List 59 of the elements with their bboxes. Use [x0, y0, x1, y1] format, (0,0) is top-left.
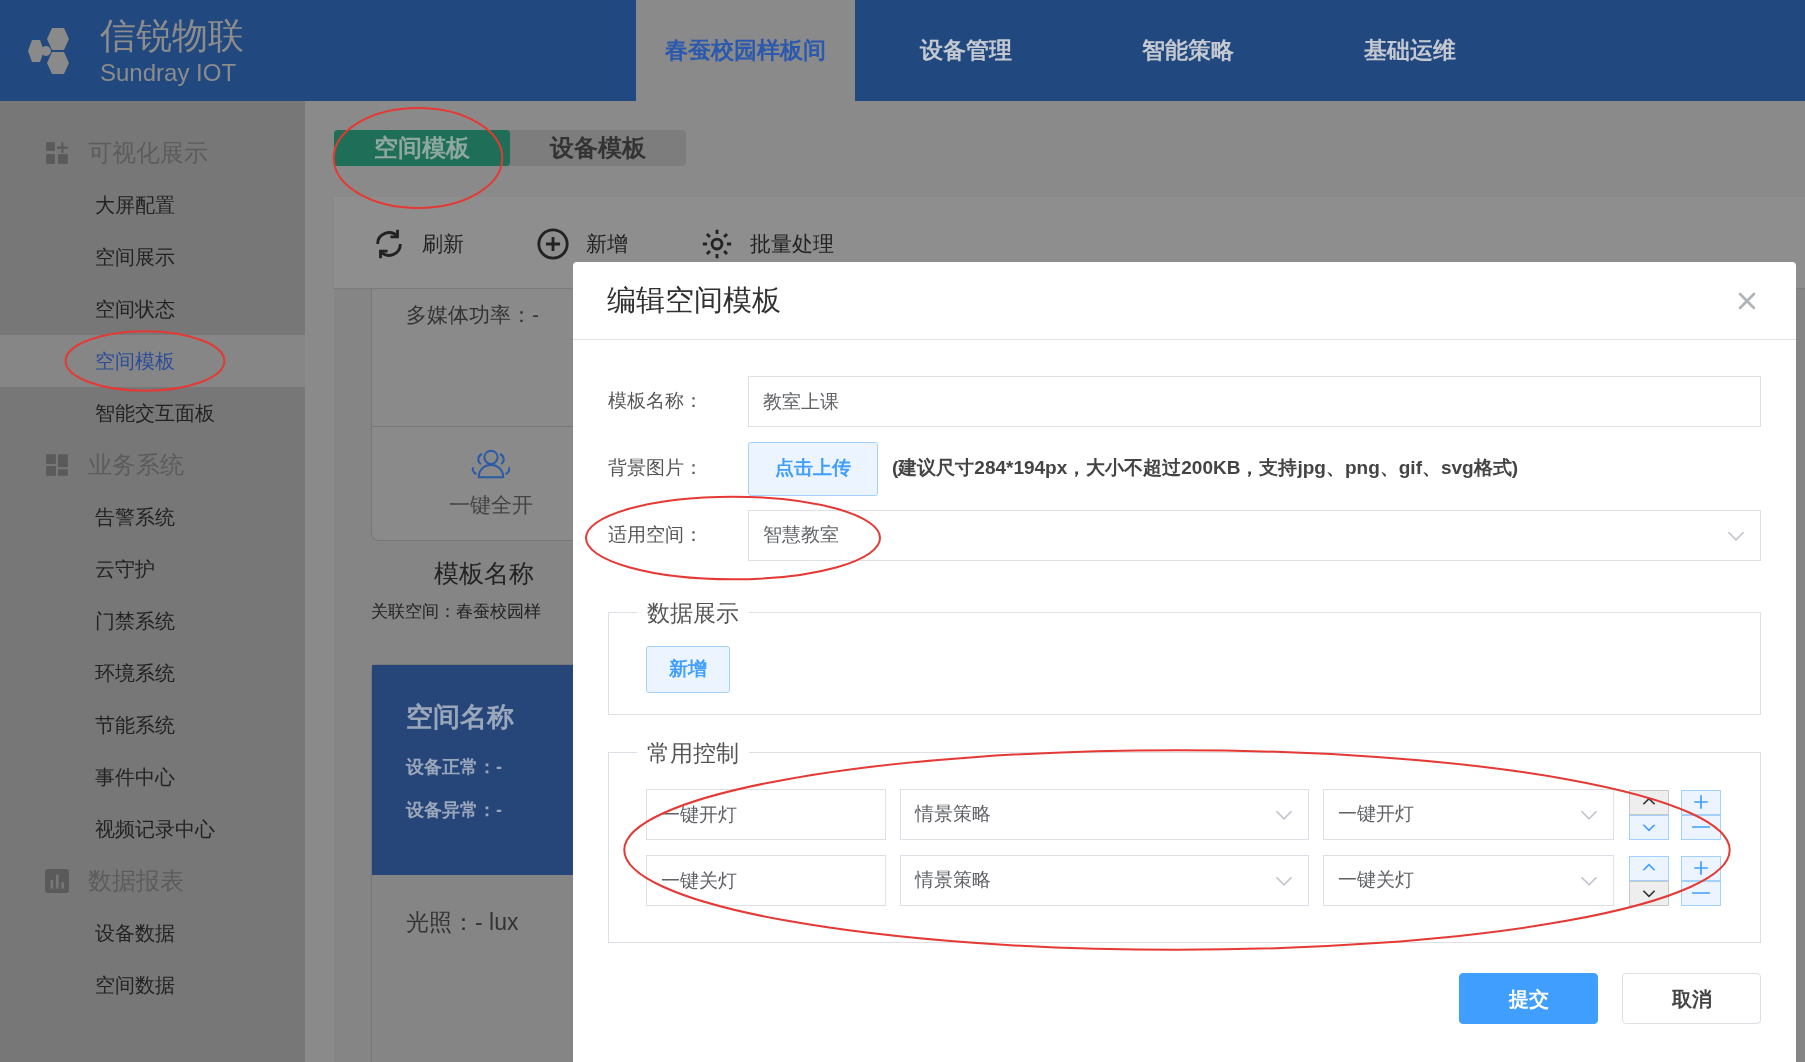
sidebar-item[interactable]: 告警系统 — [0, 491, 305, 543]
sidebar-item[interactable]: 智能交互面板 — [0, 387, 305, 439]
metric-text: 多媒体功率：- — [406, 302, 540, 328]
linked-space-text: 关联空间：春蚕校园样 — [371, 600, 541, 623]
upload-hint: (建议尺寸284*194px，大小不超过200KB，支持jpg、png、gif、svg格式) — [892, 456, 1519, 481]
reading-text: 光照：- lux — [406, 909, 519, 935]
bar-chart-icon — [44, 868, 70, 894]
sidebar-item[interactable]: 事件中心 — [0, 751, 305, 803]
add-row-button[interactable] — [1681, 789, 1721, 815]
brand-subtitle: Sundray IOT — [100, 58, 238, 88]
field-label: 背景图片： — [608, 456, 704, 481]
dropdown[interactable]: 智慧教室 — [748, 510, 1761, 561]
sidebar-item[interactable]: 空间模板 — [0, 335, 305, 387]
plus-icon — [1692, 859, 1710, 877]
sidebar-item[interactable]: 环境系统 — [0, 647, 305, 699]
stat-text: 设备异常：- — [406, 798, 503, 822]
dropdown[interactable]: 情景策略 — [900, 789, 1309, 840]
add-icon — [536, 226, 570, 261]
stat-text: 设备正常：- — [406, 755, 503, 779]
sidebar-item[interactable]: 节能系统 — [0, 699, 305, 751]
nav-tab[interactable]: 春蚕校园样板间 — [636, 0, 855, 101]
toolbar-button[interactable]: 新增 — [536, 224, 628, 261]
sidebar-item[interactable]: 设备数据 — [0, 907, 305, 959]
cancel-button[interactable]: 取消 — [1622, 973, 1761, 1024]
blocks-icon — [44, 452, 70, 478]
template-name: 模板名称 — [434, 558, 534, 589]
action-label: 一键全开 — [449, 491, 533, 518]
nav-tab[interactable]: 设备管理 — [855, 0, 1077, 101]
space-name: 空间名称 — [406, 701, 515, 734]
sidebar-item[interactable]: 云守护 — [0, 543, 305, 595]
sidebar-item[interactable]: 空间状态 — [0, 283, 305, 335]
submit-button[interactable]: 提交 — [1459, 973, 1598, 1024]
text-field[interactable]: 教室上课 — [748, 376, 1761, 427]
add-row-button[interactable] — [1681, 855, 1721, 881]
add-button[interactable]: 新增 — [646, 646, 730, 693]
minus-icon — [1692, 826, 1710, 828]
toolbar-button[interactable]: 批量处理 — [700, 224, 834, 261]
sidebar-item[interactable]: 空间展示 — [0, 231, 305, 283]
template-tab[interactable]: 空间模板 — [334, 130, 510, 166]
grid-icon — [44, 140, 70, 166]
sidebar-item[interactable]: 门禁系统 — [0, 595, 305, 647]
field-label: 适用空间： — [608, 523, 704, 548]
text-field[interactable]: 一键关灯 — [646, 855, 886, 906]
dialog-title: 编辑空间模板 — [607, 282, 781, 318]
field-label: 模板名称： — [608, 389, 704, 414]
toolbar-button[interactable]: 刷新 — [372, 224, 464, 261]
sidebar-item[interactable]: 空间数据 — [0, 959, 305, 1011]
template-tab[interactable]: 设备模板 — [510, 130, 686, 166]
sidebar-item[interactable]: 大屏配置 — [0, 179, 305, 231]
plus-icon — [1692, 793, 1710, 811]
dropdown[interactable]: 一键开灯 — [1323, 789, 1614, 840]
upload-button[interactable]: 点击上传 — [748, 441, 878, 496]
brand-name: 信锐物联 — [100, 14, 244, 58]
sidebar-item[interactable]: 视频记录中心 — [0, 803, 305, 855]
minus-icon — [1692, 892, 1710, 894]
nav-tab[interactable]: 基础运维 — [1299, 0, 1521, 101]
nav-tab[interactable]: 智能策略 — [1077, 0, 1299, 101]
dropdown[interactable]: 情景策略 — [900, 855, 1309, 906]
dropdown[interactable]: 一键关灯 — [1323, 855, 1614, 906]
